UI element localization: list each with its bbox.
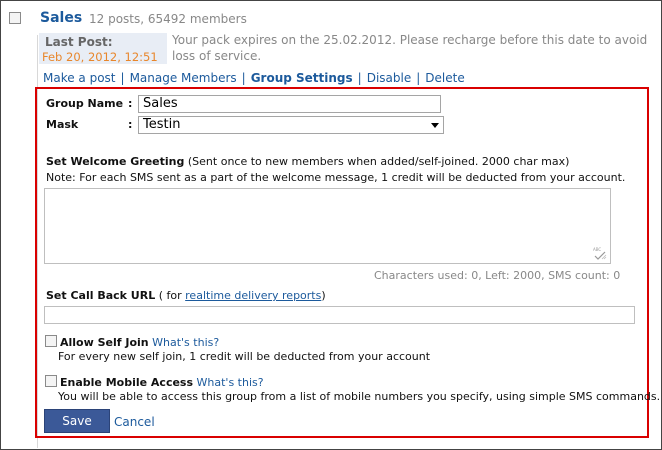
callback-url-input[interactable]: [44, 306, 635, 324]
spellcheck-icon: ABC: [593, 247, 607, 260]
welcome-title: Set Welcome Greeting: [46, 155, 185, 168]
cancel-link[interactable]: Cancel: [114, 415, 155, 429]
colon: :: [128, 118, 133, 131]
last-post-label: Last Post:: [45, 35, 113, 49]
mobile-access-checkbox[interactable]: [45, 375, 57, 387]
group-summary: 12 posts, 65492 members: [89, 12, 247, 26]
group-select-checkbox[interactable]: [9, 12, 21, 24]
disable-link[interactable]: Disable: [367, 71, 412, 85]
delivery-reports-link[interactable]: realtime delivery reports: [185, 289, 321, 302]
welcome-greeting-heading: Set Welcome Greeting (Sent once to new m…: [46, 155, 569, 168]
allow-self-join-row: Allow Self Join What's this?: [60, 336, 219, 349]
callback-hint-pre: ( for: [158, 289, 182, 302]
callback-title: Set Call Back URL: [46, 289, 156, 302]
allow-self-join-label: Allow Self Join: [60, 336, 149, 349]
mobile-access-help-link[interactable]: What's this?: [197, 376, 264, 389]
allow-self-join-checkbox[interactable]: [45, 335, 57, 347]
action-separator: |: [416, 71, 421, 85]
mask-select-value: Testin: [143, 117, 181, 132]
manage-members-link[interactable]: Manage Members: [130, 71, 237, 85]
mask-select[interactable]: Testin: [138, 116, 444, 134]
save-button[interactable]: Save: [44, 409, 110, 433]
svg-text:ABC: ABC: [593, 247, 601, 252]
action-separator: |: [357, 71, 362, 85]
action-separator: |: [241, 71, 246, 85]
welcome-message-textarea[interactable]: ABC: [44, 188, 611, 264]
group-name-input[interactable]: Sales: [138, 95, 441, 113]
make-post-link[interactable]: Make a post: [43, 71, 116, 85]
character-counter: Characters used: 0, Left: 2000, SMS coun…: [374, 269, 621, 282]
mobile-access-label: Enable Mobile Access: [60, 376, 194, 389]
delete-link[interactable]: Delete: [425, 71, 464, 85]
allow-self-join-description: For every new self join, 1 credit will b…: [58, 350, 431, 363]
group-name-link[interactable]: Sales: [40, 10, 82, 26]
mobile-access-row: Enable Mobile Access What's this?: [60, 376, 264, 389]
last-post-box: Last Post: Feb 20, 2012, 12:51: [39, 33, 167, 64]
last-post-date: Feb 20, 2012, 12:51: [42, 50, 158, 64]
expiry-notice: Your pack expires on the 25.02.2012. Ple…: [172, 33, 648, 63]
welcome-hint: (Sent once to new members when added/sel…: [187, 155, 570, 168]
group-name-label: Group Name: [46, 97, 124, 110]
group-actions: Make a post | Manage Members | Group Setting…: [43, 71, 465, 85]
chevron-down-icon: [431, 123, 439, 128]
callback-hint-post: ): [321, 289, 326, 302]
allow-self-join-help-link[interactable]: What's this?: [152, 336, 219, 349]
mobile-access-description: You will be able to access this group fr…: [58, 390, 661, 403]
colon: :: [128, 97, 133, 110]
mask-label: Mask: [46, 118, 79, 131]
action-separator: |: [120, 71, 125, 85]
welcome-note: Note: For each SMS sent as a part of the…: [46, 171, 626, 184]
group-settings-link[interactable]: Group Settings: [251, 71, 353, 85]
callback-url-heading: Set Call Back URL ( for realtime deliver…: [46, 289, 326, 302]
